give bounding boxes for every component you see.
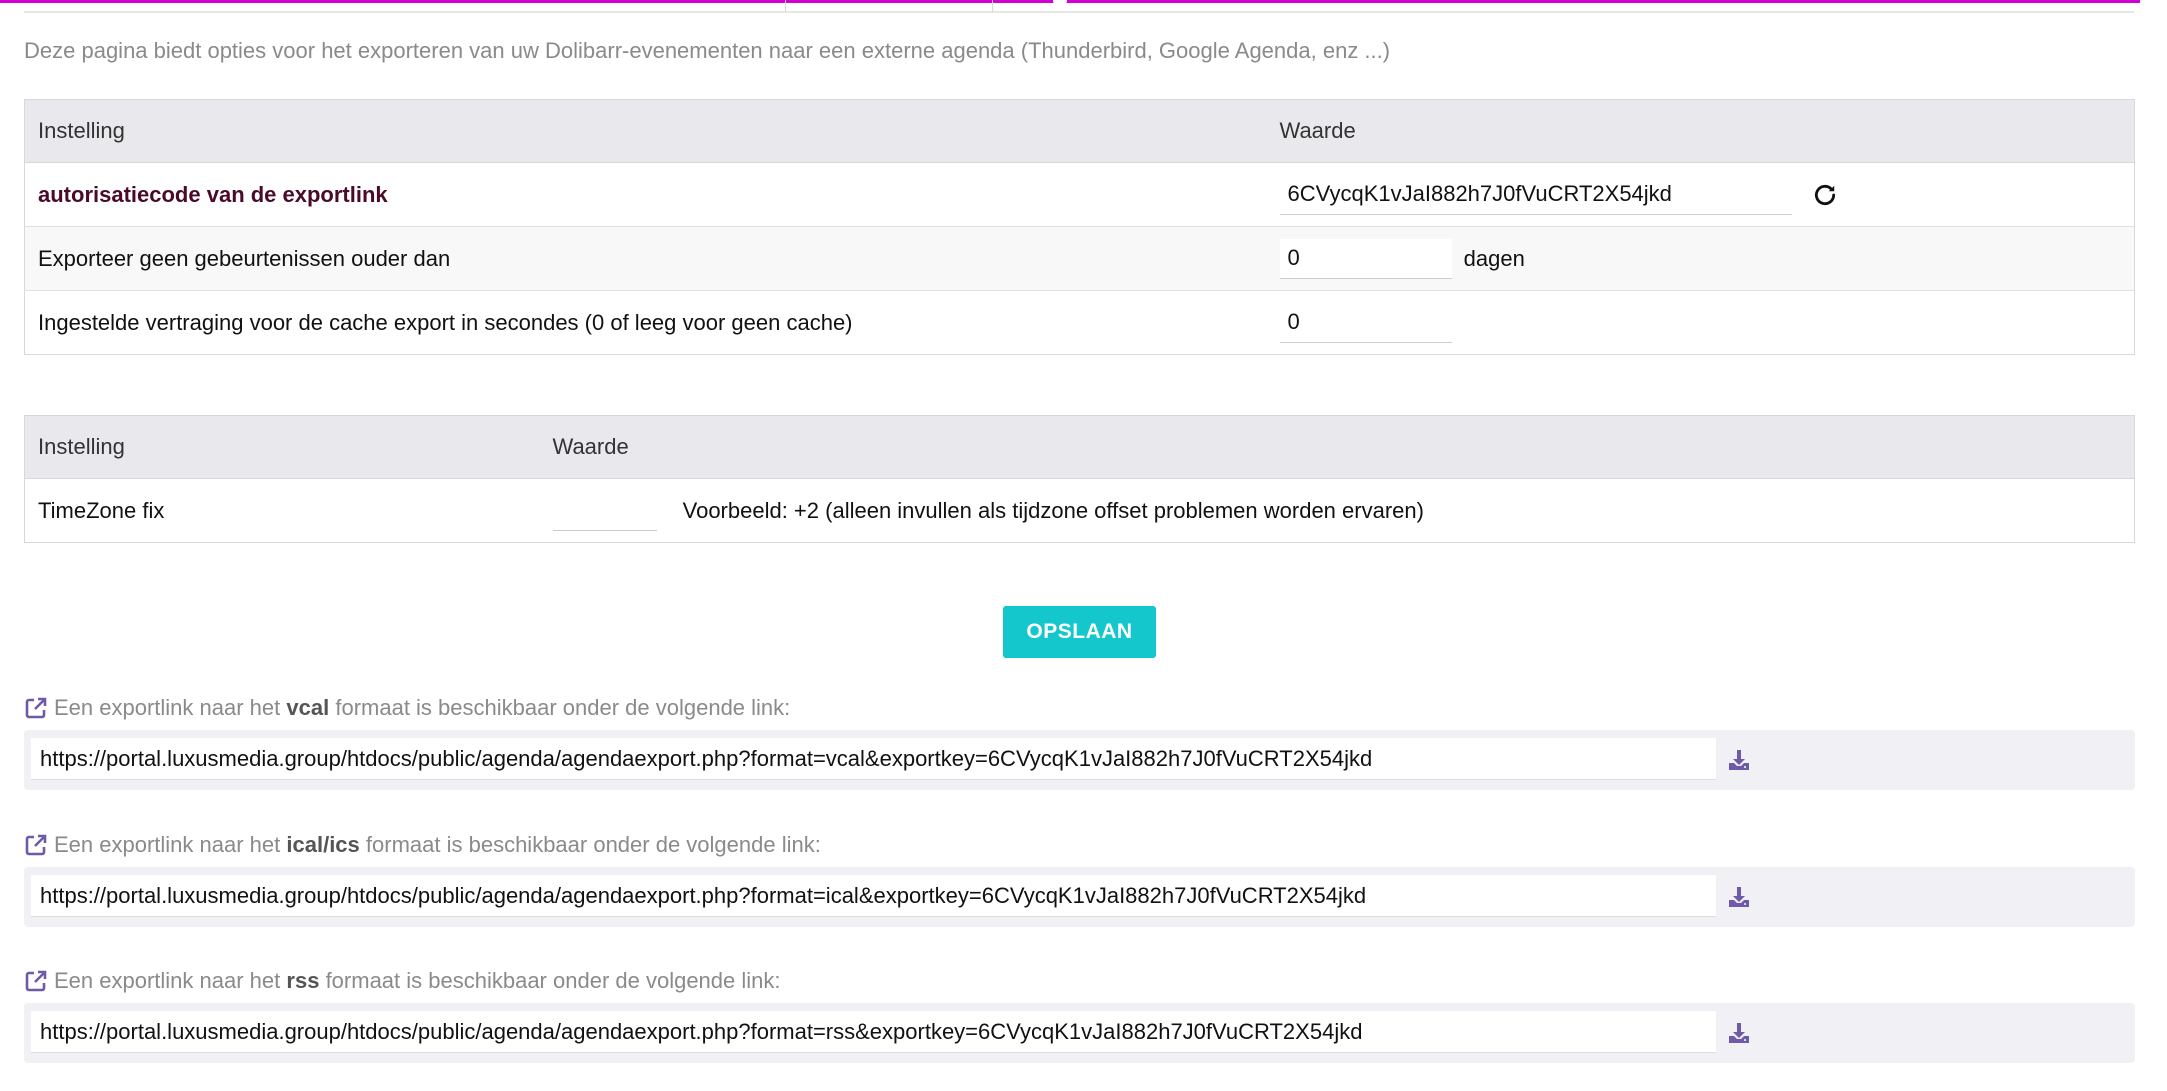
download-icon[interactable] <box>1727 748 1751 772</box>
export-settings-table: Instelling Waarde autorisatiecode van de… <box>24 99 2135 355</box>
setting-value <box>1266 162 2135 227</box>
export-format: rss <box>286 968 320 993</box>
tab-separator <box>785 0 786 12</box>
external-link-icon[interactable] <box>24 969 48 993</box>
unit-label: dagen <box>1463 245 1525 271</box>
export-title-prefix: Een exportlink naar het <box>54 695 281 720</box>
refresh-icon[interactable] <box>1812 182 1838 208</box>
timezone-fix-input[interactable] <box>552 490 657 531</box>
table-row: Exporteer geen gebeurtenissen ouder dan … <box>24 226 2135 291</box>
timezone-hint: Voorbeeld: +2 (alleen invullen als tijdz… <box>682 497 1424 523</box>
tab-notch <box>1053 0 1067 7</box>
save-button[interactable]: OPSLAAN <box>1003 606 1156 658</box>
setting-label: Exporteer geen gebeurtenissen ouder dan <box>24 226 1267 291</box>
export-key-input[interactable] <box>1279 174 1792 215</box>
export-title-prefix: Een exportlink naar het <box>54 832 281 857</box>
setting-label: Ingestelde vertraging voor de cache expo… <box>38 309 853 335</box>
export-link-box-rss: https://portal.luxusmedia.group/htdocs/p… <box>24 1003 2135 1063</box>
export-link-box-ical: https://portal.luxusmedia.group/htdocs/p… <box>24 867 2135 927</box>
setting-value: dagen <box>1266 226 2135 291</box>
tab-strip <box>0 0 2167 14</box>
column-header-value: Waarde <box>539 415 2135 479</box>
cache-delay-input[interactable] <box>1279 302 1452 343</box>
export-link-title-vcal: Een exportlink naar het vcal formaat is … <box>24 695 790 721</box>
table-row: Ingestelde vertraging voor de cache expo… <box>25 291 2135 355</box>
table-header-row: Instelling Waarde <box>24 415 2135 479</box>
max-age-days-input[interactable] <box>1279 238 1452 279</box>
table-row: TimeZone fix Voorbeeld: +2 (alleen invul… <box>25 479 2135 543</box>
export-url-field[interactable]: https://portal.luxusmedia.group/htdocs/p… <box>31 1011 1716 1053</box>
export-title-prefix: Een exportlink naar het <box>54 968 281 993</box>
setting-value: Voorbeeld: +2 (alleen invullen als tijdz… <box>540 479 2135 543</box>
setting-value <box>1267 291 2135 355</box>
export-url-field[interactable]: https://portal.luxusmedia.group/htdocs/p… <box>31 738 1716 780</box>
export-url-field[interactable]: https://portal.luxusmedia.group/htdocs/p… <box>31 875 1716 917</box>
export-format: vcal <box>286 695 330 720</box>
tab-separator <box>992 0 993 12</box>
active-tab-indicator-right <box>1064 0 2140 3</box>
export-link-title-ical: Een exportlink naar het ical/ics formaat… <box>24 832 821 858</box>
export-title-suffix: formaat is beschikbaar onder de volgende… <box>335 695 791 720</box>
setting-label: TimeZone fix <box>38 497 165 523</box>
active-tab-indicator <box>0 0 1056 3</box>
export-format: ical/ics <box>286 832 360 857</box>
auth-code-label: autorisatiecode van de exportlink <box>38 181 388 207</box>
export-title-suffix: formaat is beschikbaar onder de volgende… <box>325 968 781 993</box>
column-header-setting: Instelling <box>24 99 1267 163</box>
table-row: autorisatiecode van de exportlink <box>24 162 2135 227</box>
table-header-row: Instelling Waarde <box>24 99 2135 163</box>
page-description: Deze pagina biedt opties voor het export… <box>24 38 1391 63</box>
tab-underline <box>24 11 2134 13</box>
external-link-icon[interactable] <box>24 833 48 857</box>
export-link-title-rss: Een exportlink naar het rss formaat is b… <box>24 968 781 994</box>
export-link-box-vcal: https://portal.luxusmedia.group/htdocs/p… <box>24 730 2135 790</box>
page: Deze pagina biedt opties voor het export… <box>0 0 2167 1091</box>
export-title-suffix: formaat is beschikbaar onder de volgende… <box>365 832 821 857</box>
external-link-icon[interactable] <box>24 696 48 720</box>
column-header-value: Waarde <box>1266 99 2135 163</box>
timezone-settings-table: Instelling Waarde TimeZone fix Voorbeeld… <box>24 415 2135 543</box>
column-header-setting: Instelling <box>24 415 540 479</box>
download-icon[interactable] <box>1727 885 1751 909</box>
download-icon[interactable] <box>1727 1021 1751 1045</box>
setting-label: autorisatiecode van de exportlink <box>24 162 1267 227</box>
